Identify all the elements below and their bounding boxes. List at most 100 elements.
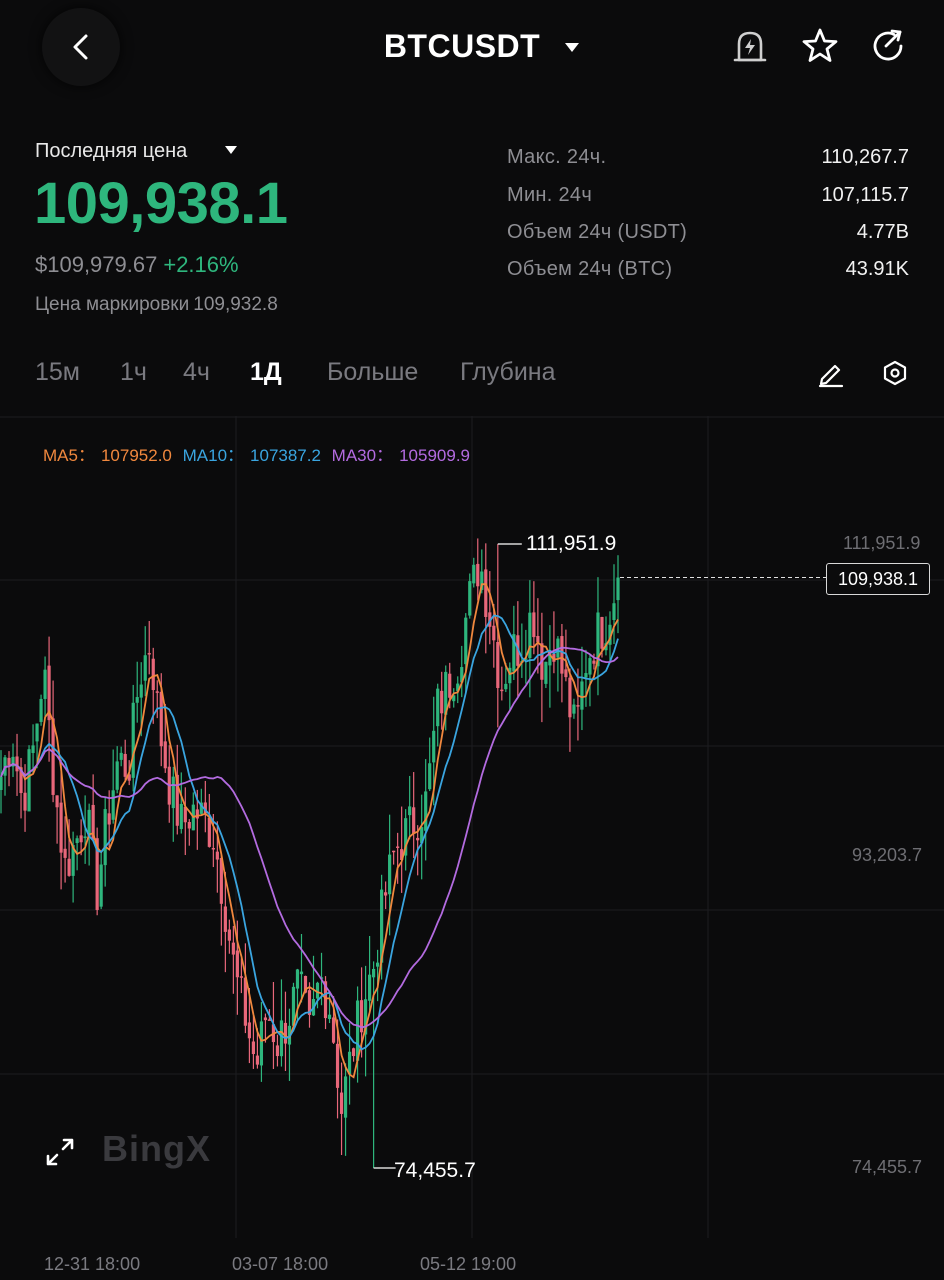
star-icon[interactable] bbox=[800, 26, 840, 66]
candle-body bbox=[472, 564, 476, 584]
candle-body bbox=[476, 563, 480, 587]
ma30-label: MA30： bbox=[331, 446, 394, 465]
candle-body bbox=[436, 688, 440, 727]
candle-body bbox=[123, 753, 127, 777]
candle-body bbox=[532, 612, 536, 638]
candle-body bbox=[592, 660, 596, 664]
candle-body bbox=[0, 776, 3, 791]
candle-body bbox=[331, 1017, 336, 1043]
tab-1d[interactable]: 1Д bbox=[250, 358, 282, 387]
pencil-draw-icon[interactable] bbox=[816, 358, 846, 388]
candle-body bbox=[612, 603, 616, 621]
candle-body bbox=[468, 581, 472, 616]
candle-body bbox=[235, 950, 239, 978]
candle-body bbox=[27, 749, 31, 812]
candle-body bbox=[131, 702, 135, 778]
tab-more[interactable]: Больше bbox=[327, 358, 418, 387]
candle-body bbox=[600, 616, 604, 649]
stat-vol-btc-label: Объем 24ч (BTC) bbox=[507, 258, 673, 280]
ma-legend: MA5： 107952.0 MA10： 107387.2 MA30： 105909.9 bbox=[43, 441, 476, 466]
candle-body bbox=[259, 1021, 264, 1066]
candle-body bbox=[396, 846, 400, 848]
current-price-tag: 109,938.1 bbox=[826, 563, 930, 595]
candle-body bbox=[432, 730, 436, 763]
share-icon[interactable] bbox=[868, 26, 908, 66]
ma5-label: MA5： bbox=[43, 446, 95, 465]
candle-body bbox=[151, 658, 155, 691]
candle-body bbox=[388, 854, 392, 895]
candle-body bbox=[464, 617, 468, 665]
candle-body bbox=[351, 1048, 356, 1057]
candle-body bbox=[343, 1076, 348, 1118]
candle-body bbox=[115, 761, 119, 790]
candle-body bbox=[492, 625, 496, 641]
candle-body bbox=[263, 1017, 268, 1021]
candle-body bbox=[103, 809, 107, 866]
candle-body bbox=[67, 858, 71, 876]
tab-1h[interactable]: 1ч bbox=[120, 358, 147, 387]
candle-body bbox=[35, 723, 39, 742]
candle-body bbox=[283, 1022, 288, 1044]
last-price: 109,938.1 bbox=[34, 171, 288, 236]
candle-body bbox=[295, 969, 300, 989]
candle-body bbox=[392, 850, 396, 853]
candle-body bbox=[255, 1055, 260, 1065]
tab-depth[interactable]: Глубина bbox=[460, 358, 556, 387]
candle-body bbox=[63, 848, 67, 858]
candle-body bbox=[23, 792, 27, 811]
candle-body bbox=[215, 851, 219, 860]
candle-body bbox=[147, 653, 151, 655]
peak-high-label: 111,951.9 bbox=[526, 532, 617, 555]
candle-body bbox=[143, 655, 147, 681]
candle-body bbox=[239, 976, 243, 978]
usd-price-line: $109,979.67 +2.16% bbox=[35, 252, 239, 278]
candle-body bbox=[572, 704, 576, 714]
settings-hexagon-icon[interactable] bbox=[880, 358, 910, 388]
tab-4h[interactable]: 4ч bbox=[183, 358, 210, 387]
mark-price-line: Цена маркировки 109,932.8 bbox=[35, 294, 278, 316]
bingx-watermark-logo: BingX bbox=[102, 1128, 211, 1169]
price-type-chevron-icon[interactable] bbox=[224, 145, 238, 155]
candle-body bbox=[15, 756, 19, 772]
y-axis-label-bottom: 74,455.7 bbox=[852, 1157, 923, 1177]
candle-body bbox=[299, 971, 304, 975]
candle-body bbox=[424, 791, 428, 831]
candle-body bbox=[207, 817, 211, 847]
candle-body bbox=[448, 673, 452, 698]
candle-body bbox=[83, 836, 87, 839]
candle-body bbox=[171, 776, 175, 809]
tab-15m[interactable]: 15м bbox=[35, 358, 80, 387]
candle-body bbox=[107, 813, 111, 825]
ma30-value: 105909.9 bbox=[399, 446, 470, 465]
candle-body bbox=[580, 681, 584, 710]
candle-body bbox=[59, 802, 63, 853]
symbol-title[interactable]: BTCUSDT bbox=[384, 28, 540, 65]
candle-body bbox=[119, 752, 123, 760]
candle-body bbox=[384, 892, 388, 896]
candle-body bbox=[327, 1014, 332, 1020]
price-change: +2.16% bbox=[163, 252, 239, 277]
candle-body bbox=[187, 821, 191, 829]
candle-body bbox=[227, 929, 231, 941]
candle-body bbox=[75, 838, 79, 844]
candle-body bbox=[500, 689, 504, 692]
chevron-down-icon[interactable] bbox=[564, 41, 580, 53]
candle-body bbox=[99, 864, 103, 907]
candle-body bbox=[408, 806, 412, 816]
stat-low-label: Мин. 24ч bbox=[507, 184, 593, 206]
price-alert-bell-icon[interactable] bbox=[730, 26, 770, 66]
candle-body bbox=[335, 1043, 340, 1088]
y-axis-label-mid: 93,203.7 bbox=[852, 845, 923, 865]
stat-vol-btc-value: 43.91K bbox=[845, 258, 909, 280]
candle-body bbox=[376, 962, 380, 967]
expand-fullscreen-icon[interactable] bbox=[44, 1136, 76, 1168]
candle-body bbox=[231, 942, 235, 955]
candle-body bbox=[251, 1041, 256, 1055]
candle-body bbox=[616, 577, 620, 601]
chart-grid bbox=[0, 416, 944, 1238]
candle-body bbox=[484, 569, 488, 617]
x-axis-date-3: 05-12 19:00 bbox=[420, 1254, 517, 1274]
candle-body bbox=[560, 636, 564, 674]
candle-body bbox=[412, 807, 416, 834]
stat-vol-usdt-value: 4.77B bbox=[856, 221, 909, 243]
